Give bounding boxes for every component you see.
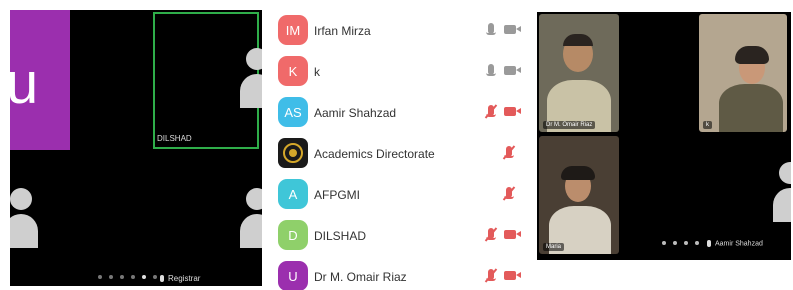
bottom-participant-label: Registrar xyxy=(160,274,200,283)
video-tile[interactable]: Dr M. Omair Riaz xyxy=(539,14,619,132)
video-tile-label: Dr M. Omair Riaz xyxy=(543,121,596,129)
avatar: K xyxy=(278,56,308,86)
avatar-placeholder-icon xyxy=(10,188,38,250)
list-item[interactable]: Academics Directorate xyxy=(266,134,522,175)
camera-off-icon[interactable] xyxy=(504,271,521,280)
participant-name: k xyxy=(314,65,320,79)
right-video-grid: Dr M. Omair Riaz k Maria Aamir Shahzad xyxy=(537,12,791,260)
list-item[interactable]: K k xyxy=(266,52,522,93)
participant-name: Dr M. Omair Riaz xyxy=(314,270,407,284)
list-item[interactable]: IM Irfan Mirza xyxy=(266,11,522,52)
video-tile-label: k xyxy=(703,121,712,129)
avatar: AS xyxy=(278,97,308,127)
organization-logo-icon xyxy=(278,138,308,168)
video-tile[interactable]: Maria xyxy=(539,136,619,254)
participant-name: Irfan Mirza xyxy=(314,24,371,38)
page-indicator[interactable] xyxy=(662,241,699,245)
avatar: IM xyxy=(278,15,308,45)
participant-name: Aamir Shahzad xyxy=(314,106,397,120)
video-tile-label: Maria xyxy=(543,243,565,251)
mic-icon xyxy=(160,275,164,283)
left-video-grid: u DILSHAD Registrar xyxy=(10,10,262,286)
page-indicator[interactable] xyxy=(98,275,157,279)
camera-off-icon[interactable] xyxy=(504,107,521,116)
active-speaker-name: DILSHAD xyxy=(157,134,192,143)
participants-list: IM Irfan Mirza K k AS Aamir Shahzad Acad… xyxy=(266,0,522,290)
bottom-participant-label: Aamir Shahzad xyxy=(707,240,763,247)
camera-off-icon[interactable] xyxy=(504,230,521,239)
camera-icon[interactable] xyxy=(504,25,521,34)
video-tile[interactable]: k xyxy=(699,14,787,132)
list-item[interactable]: D DILSHAD xyxy=(266,216,522,257)
mic-icon[interactable] xyxy=(486,64,496,76)
avatar: D xyxy=(278,220,308,250)
mic-icon xyxy=(707,240,711,247)
avatar: U xyxy=(278,261,308,290)
participant-name: DILSHAD xyxy=(314,229,367,243)
avatar-placeholder-icon xyxy=(773,162,791,224)
list-item[interactable]: U Dr M. Omair Riaz xyxy=(266,257,522,290)
avatar: A xyxy=(278,179,308,209)
avatar-placeholder-icon xyxy=(240,48,262,110)
list-item[interactable]: A AFPGMI xyxy=(266,175,522,216)
participant-name: Academics Directorate xyxy=(314,147,435,161)
mic-icon[interactable] xyxy=(486,23,496,35)
camera-icon[interactable] xyxy=(504,66,521,75)
list-item[interactable]: AS Aamir Shahzad xyxy=(266,93,522,134)
avatar-placeholder-icon xyxy=(240,188,262,250)
participant-name: AFPGMI xyxy=(314,188,361,202)
participant-tile-purple[interactable]: u xyxy=(10,10,70,150)
tile-initial: u xyxy=(10,51,39,116)
